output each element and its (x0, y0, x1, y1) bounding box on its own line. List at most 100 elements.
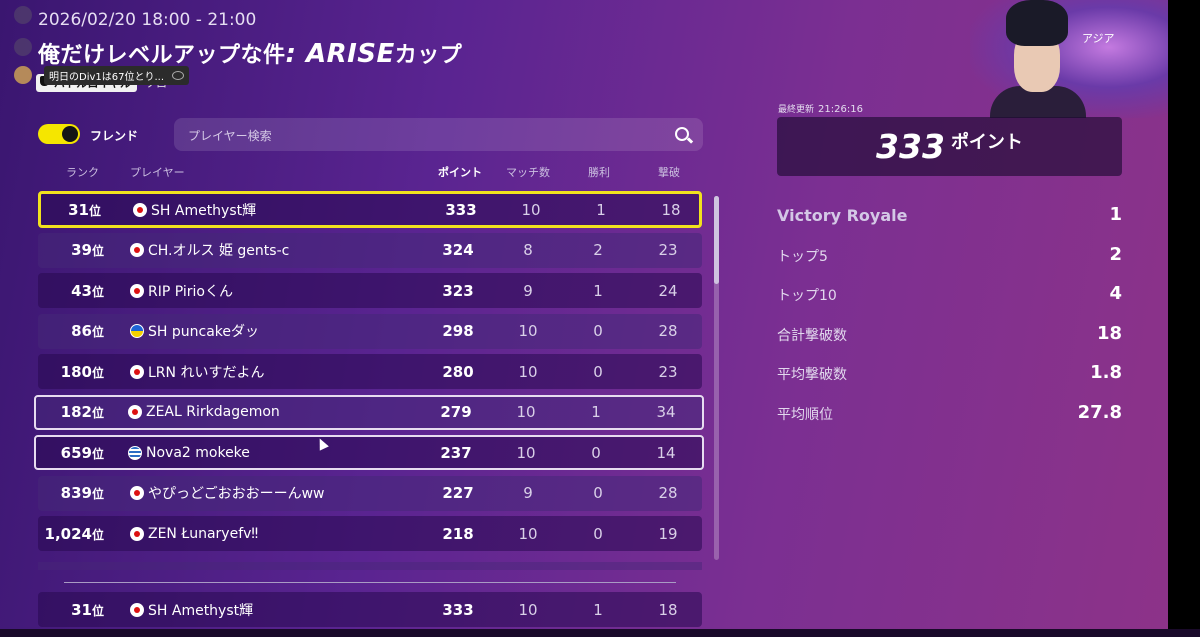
matches-value: 10 (518, 600, 538, 619)
chat-avatar-icon (14, 38, 32, 56)
matches-value: 9 (523, 281, 533, 300)
wins-value: 1 (593, 281, 603, 300)
column-header-points[interactable]: ポイント (438, 164, 482, 180)
title-emphasis: : ARISE (285, 39, 395, 69)
stats-list: Victory Royale 1 トップ5 2 トップ10 4 合計撃破数 18… (777, 200, 1122, 437)
wins-value: 1 (591, 403, 601, 421)
elims-value: 28 (658, 322, 678, 340)
total-points-unit: ポイント (950, 132, 1023, 153)
matches-value: 10 (518, 524, 538, 543)
stat-value: 18 (1096, 322, 1122, 344)
table-row[interactable]: 43位 RIP Pirioくん 323 9 1 24 (38, 273, 702, 308)
rank-cell: 43位 (71, 282, 104, 300)
table-row[interactable]: 839位 やぴっどごおおおーーんww 227 9 0 28 (38, 475, 702, 511)
search-input[interactable] (186, 118, 660, 153)
japan-flag-icon (130, 526, 144, 541)
rank-suffix: 位 (91, 406, 104, 420)
rank-cell: 39位 (71, 241, 104, 259)
rank-suffix: 位 (91, 365, 104, 380)
player-name: LRN れいすだよん (148, 364, 265, 381)
event-datetime: 2026/02/20 18:00 - 21:00 (38, 10, 257, 30)
matches-value: 10 (521, 200, 541, 219)
rank-suffix: 位 (91, 244, 104, 258)
player-name: ZEAL Rirkdagemon (146, 404, 280, 420)
rank-suffix: 位 (91, 284, 104, 299)
table-row-partial (38, 562, 702, 570)
matches-value: 10 (516, 403, 536, 421)
table-row[interactable]: 1,024位 ZEN Łunaryefv‼ 218 10 0 19 (38, 516, 702, 551)
table-row[interactable]: 31位 SH Amethyst輝 333 10 1 18 (38, 191, 702, 228)
stat-row: 平均順位 27.8 (777, 398, 1122, 438)
rank-suffix: 位 (91, 325, 104, 339)
rank-cell: 31位 (71, 601, 104, 619)
eye-icon (172, 71, 185, 80)
player-search[interactable] (174, 118, 703, 153)
table-row[interactable]: 180位 LRN れいすだよん 280 10 0 23 (38, 354, 702, 389)
rank-cell: 659位 (61, 444, 104, 462)
rank-value: 659 (60, 443, 92, 462)
table-row[interactable]: 86位 SH puncakeダッ 298 10 0 28 (38, 313, 702, 349)
stat-label: Victory Royale (777, 206, 908, 225)
last-updated-time: 21:26:16 (818, 104, 863, 115)
rank-value: 31 (68, 200, 89, 219)
points-value: 324 (442, 241, 474, 259)
pinned-self-row: 31位 SH Amethyst輝 333 10 1 18 (38, 592, 702, 633)
japan-flag-icon (130, 283, 144, 298)
player-name: SH puncakeダッ (148, 324, 259, 340)
leaderboard-scrollbar[interactable] (714, 196, 719, 560)
matches-value: 10 (518, 362, 538, 381)
stat-label: 平均順位 (777, 406, 833, 423)
japan-flag-icon (133, 202, 147, 217)
rank-suffix: 位 (88, 203, 101, 218)
column-header-wins[interactable]: 勝利 (588, 164, 610, 180)
wins-value: 0 (593, 322, 603, 340)
rank-value: 31 (71, 600, 92, 619)
rank-cell: 86位 (71, 322, 104, 340)
column-header-rank: ランク (66, 166, 99, 179)
toggle-knob (62, 126, 78, 142)
points-value: 280 (442, 362, 474, 381)
matches-value: 10 (518, 322, 538, 340)
column-header-elims[interactable]: 撃破 (658, 164, 680, 180)
total-points-value: 333 (876, 127, 945, 166)
rank-cell: 182位 (61, 403, 104, 421)
stat-label: 平均撃破数 (777, 367, 847, 383)
ukraine-flag-icon (130, 324, 144, 338)
elims-value: 24 (658, 281, 678, 300)
elims-value: 18 (658, 600, 678, 619)
table-row[interactable]: 31位 SH Amethyst輝 333 10 1 18 (38, 592, 702, 627)
elims-value: 19 (658, 524, 678, 543)
rank-value: 86 (71, 322, 92, 340)
avatar-hair (1006, 0, 1068, 46)
friend-label: フレンド (90, 129, 139, 143)
japan-flag-icon (130, 602, 144, 617)
column-header-matches[interactable]: マッチ数 (506, 164, 550, 180)
points-value: 227 (442, 484, 474, 502)
table-row[interactable]: 39位 CH.オルス 姫 gents-c 324 8 2 23 (38, 232, 702, 268)
player-name: CH.オルス 姫 gents-c (148, 243, 290, 259)
total-points-box: 333 ポイント (777, 117, 1122, 176)
friend-toggle[interactable] (38, 124, 80, 144)
table-row[interactable]: 659位 Nova2 mokeke 237 10 0 14 (34, 435, 704, 470)
elims-value: 18 (661, 200, 681, 219)
stat-row: 合計撃破数 18 (777, 319, 1122, 359)
window-edge (1168, 0, 1200, 637)
player-name: SH Amethyst輝 (148, 602, 254, 619)
player-name: Nova2 mokeke (146, 444, 250, 461)
search-icon[interactable] (675, 127, 689, 141)
points-value: 279 (440, 403, 472, 421)
tooltip-text: 明日のDiv1は67位とり... (49, 72, 165, 83)
rank-cell: 31位 (68, 201, 101, 219)
table-row[interactable]: 182位 ZEAL Rirkdagemon 279 10 1 34 (34, 394, 704, 430)
stat-row: トップ5 2 (777, 240, 1122, 280)
region-label: アジア (1082, 32, 1115, 45)
rank-suffix: 位 (91, 446, 104, 461)
stat-row: Victory Royale 1 (777, 200, 1122, 240)
player-name: RIP Pirioくん (148, 283, 233, 300)
elims-value: 34 (656, 403, 676, 421)
rank-cell: 1,024位 (45, 525, 104, 543)
last-updated: 最終更新 21:26:16 (778, 102, 863, 115)
stat-value: 2 (1109, 243, 1122, 265)
points-value: 333 (442, 600, 474, 619)
scrollbar-thumb[interactable] (714, 196, 719, 284)
